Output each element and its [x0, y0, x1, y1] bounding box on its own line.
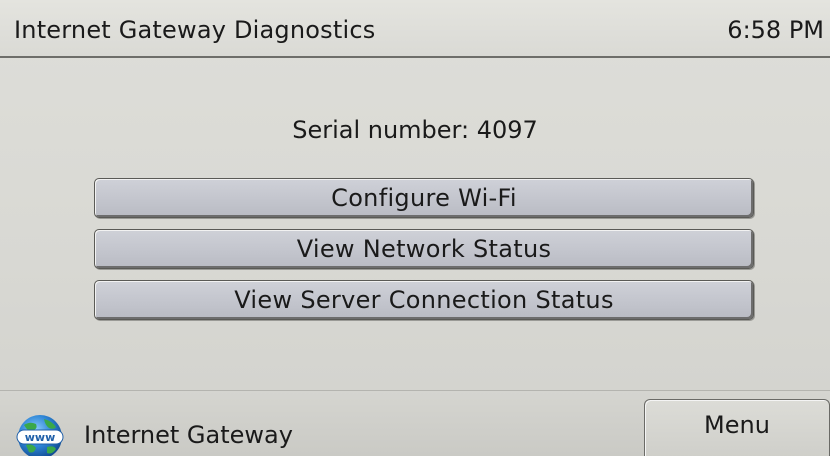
- view-network-status-button[interactable]: View Network Status: [94, 229, 754, 269]
- clock: 6:58 PM: [727, 16, 824, 44]
- serial-label: Serial number:: [292, 116, 470, 144]
- footer-label: Internet Gateway: [84, 421, 293, 449]
- globe-www-icon: www: [16, 415, 64, 456]
- serial-value: 4097: [476, 116, 538, 144]
- page-title: Internet Gateway Diagnostics: [14, 16, 376, 44]
- footer-bar: www Internet Gateway Menu: [0, 390, 830, 456]
- title-bar: Internet Gateway Diagnostics 6:58 PM: [0, 0, 830, 58]
- configure-wifi-button[interactable]: Configure Wi-Fi: [94, 178, 754, 218]
- globe-www-text: www: [25, 431, 56, 444]
- view-server-connection-status-button[interactable]: View Server Connection Status: [94, 280, 754, 320]
- gateway-diagnostics-screen: Internet Gateway Diagnostics 6:58 PM Ser…: [0, 0, 830, 456]
- menu-button[interactable]: Menu: [644, 399, 830, 456]
- serial-number: Serial number: 4097: [0, 116, 830, 144]
